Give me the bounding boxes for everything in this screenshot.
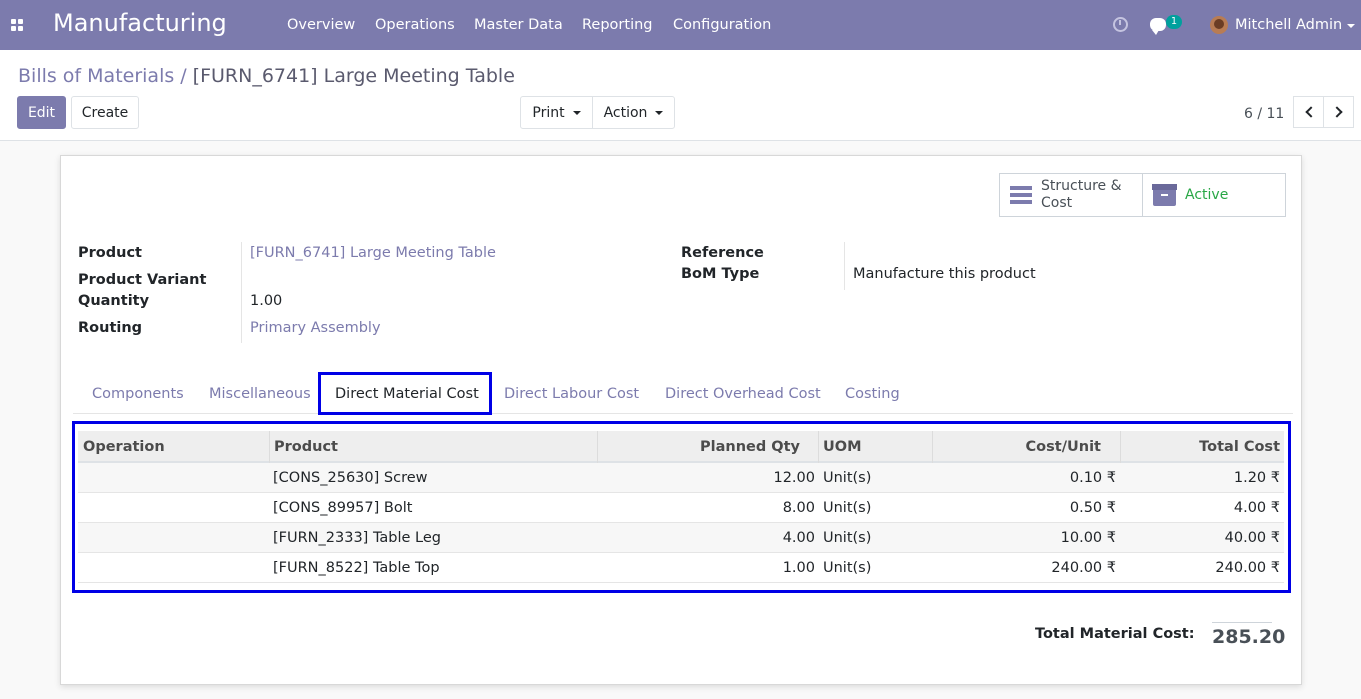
apps-menu-icon[interactable] [11, 19, 24, 32]
field-divider [844, 242, 845, 290]
chevron-left-icon [1304, 106, 1317, 118]
structure-label-line1: Structure & [1041, 178, 1122, 194]
create-label: Create [81, 104, 129, 121]
bom-type-value: Manufacture this product [853, 266, 1036, 282]
breadcrumb-parent[interactable]: Bills of Materials [18, 65, 174, 87]
bom-type-label: BoM Type [681, 266, 760, 282]
reference-label: Reference [681, 245, 764, 261]
table-highlight [72, 421, 1291, 593]
edit-button[interactable]: Edit [17, 96, 66, 129]
menu-reporting[interactable]: Reporting [582, 17, 653, 33]
structure-label-line2: Cost [1041, 195, 1073, 211]
pager-previous-button[interactable] [1293, 96, 1324, 128]
product-link[interactable]: [FURN_6741] Large Meeting Table [250, 245, 496, 261]
create-button[interactable]: Create [71, 96, 139, 129]
tab-direct-overhead-cost[interactable]: Direct Overhead Cost [665, 386, 821, 402]
messaging-icon[interactable] [1150, 18, 1166, 35]
bars-icon [1010, 186, 1032, 204]
quantity-value: 1.00 [250, 293, 283, 309]
product-label: Product [78, 245, 142, 261]
activity-clock-icon[interactable] [1113, 17, 1128, 32]
form-sheet: Structure & Cost Active Product Product V… [60, 155, 1302, 685]
active-toggle-button[interactable]: Active [1142, 174, 1285, 216]
tab-components[interactable]: Components [92, 386, 184, 402]
user-caret-icon[interactable] [1347, 24, 1355, 28]
app-brand[interactable]: Manufacturing [53, 9, 227, 37]
total-material-cost-value: 285.20 [1212, 622, 1285, 648]
field-divider [241, 242, 242, 343]
print-button[interactable]: Print [520, 96, 593, 129]
print-label: Print [532, 104, 565, 121]
menu-master-data[interactable]: Master Data [474, 17, 563, 33]
notebook-tabs: Components Miscellaneous Direct Material… [73, 376, 1293, 414]
routing-label: Routing [78, 320, 143, 336]
structure-cost-button[interactable]: Structure & Cost [1000, 174, 1142, 216]
action-label: Action [603, 104, 648, 121]
tab-costing[interactable]: Costing [845, 386, 900, 402]
active-tab-highlight [318, 372, 492, 415]
user-menu[interactable]: Mitchell Admin [1235, 17, 1342, 33]
edit-label: Edit [27, 104, 56, 121]
control-panel: Bills of Materials / [FURN_6741] Large Mee… [0, 50, 1361, 141]
action-button[interactable]: Action [592, 96, 675, 129]
total-material-cost-label: Total Material Cost: [1035, 626, 1195, 642]
tab-direct-labour-cost[interactable]: Direct Labour Cost [504, 386, 639, 402]
user-avatar[interactable] [1210, 16, 1228, 34]
menu-operations[interactable]: Operations [375, 17, 455, 33]
button-box: Structure & Cost Active [999, 173, 1286, 217]
message-count-badge: 1 [1166, 15, 1182, 29]
pager-value[interactable]: 6 / 11 [1244, 106, 1284, 122]
top-navbar: Manufacturing Overview Operations Master… [0, 0, 1361, 50]
active-label: Active [1185, 187, 1229, 203]
quantity-label: Quantity [78, 293, 150, 309]
caret-down-icon [655, 110, 664, 115]
breadcrumb: Bills of Materials / [FURN_6741] Large Mee… [18, 65, 515, 87]
tab-miscellaneous[interactable]: Miscellaneous [209, 386, 311, 402]
menu-overview[interactable]: Overview [287, 17, 355, 33]
pager-next-button[interactable] [1323, 96, 1354, 128]
breadcrumb-separator: / [180, 65, 187, 87]
product-variant-label: Product Variant [78, 272, 207, 288]
breadcrumb-current: [FURN_6741] Large Meeting Table [192, 65, 515, 87]
archive-icon [1152, 184, 1177, 206]
chevron-right-icon [1330, 106, 1343, 118]
menu-configuration[interactable]: Configuration [673, 17, 771, 33]
caret-down-icon [572, 110, 581, 115]
routing-link[interactable]: Primary Assembly [250, 320, 381, 336]
